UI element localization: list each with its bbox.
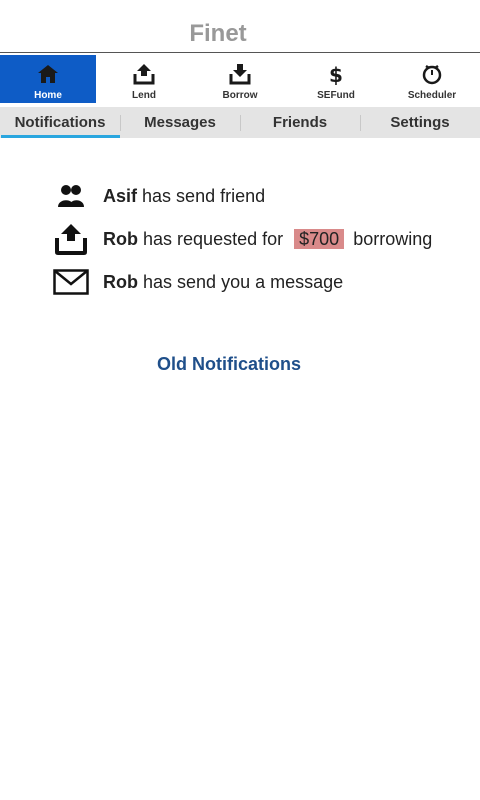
- section-tabs: Notifications Messages Friends Settings: [0, 107, 480, 138]
- toolbar-scheduler-label: Scheduler: [407, 90, 457, 101]
- toolbar-lend-label: Lend: [132, 90, 156, 101]
- toolbar-lend-button[interactable]: Lend: [96, 55, 192, 103]
- borrow-amount-badge: $700: [294, 228, 345, 249]
- notification-text-suffix: borrowing: [353, 228, 433, 249]
- tab-settings[interactable]: Settings: [360, 107, 480, 138]
- home-icon: [36, 61, 60, 87]
- toolbar-borrow-button[interactable]: Borrow: [192, 55, 288, 103]
- notification-sender: Rob: [103, 228, 138, 249]
- notification-item[interactable]: Rob has requested for $700 borrowing: [52, 219, 462, 259]
- tab-messages[interactable]: Messages: [120, 107, 240, 138]
- notification-item[interactable]: Rob has send you a message: [52, 262, 462, 302]
- header-divider: [0, 52, 480, 53]
- toolbar-sefund-button[interactable]: $ SEFund: [288, 55, 384, 103]
- app-title: Finet: [189, 20, 247, 47]
- notification-list: Asif has send friend Rob has requested f…: [52, 176, 462, 305]
- toolbar-home-label: Home: [34, 90, 62, 101]
- download-tray-icon: [228, 61, 252, 87]
- toolbar-sefund-label: SEFund: [317, 90, 355, 101]
- toolbar-borrow-label: Borrow: [222, 90, 258, 101]
- toolbar-home-button[interactable]: Home: [0, 55, 96, 103]
- stopwatch-icon: [420, 61, 444, 87]
- main-toolbar: Home Lend Borrow $ SEFund Scheduler: [0, 55, 480, 104]
- friends-icon: [52, 178, 90, 214]
- dollar-icon: $: [324, 61, 348, 87]
- notification-text: has requested for: [143, 228, 284, 249]
- notification-text: has send friend: [142, 185, 266, 206]
- toolbar-scheduler-button[interactable]: Scheduler: [384, 55, 480, 103]
- notification-sender: Rob: [103, 271, 138, 292]
- notification-sender: Asif: [103, 185, 138, 206]
- old-notifications-link[interactable]: Old Notifications: [0, 354, 458, 375]
- svg-text:$: $: [329, 63, 343, 85]
- tab-friends[interactable]: Friends: [240, 107, 360, 138]
- notification-item[interactable]: Asif has send friend: [52, 176, 462, 216]
- tab-notifications[interactable]: Notifications: [0, 107, 120, 138]
- notification-text: has send you a message: [143, 271, 344, 292]
- upload-tray-icon: [52, 221, 90, 257]
- envelope-icon: [52, 264, 90, 300]
- upload-tray-icon: [132, 61, 156, 87]
